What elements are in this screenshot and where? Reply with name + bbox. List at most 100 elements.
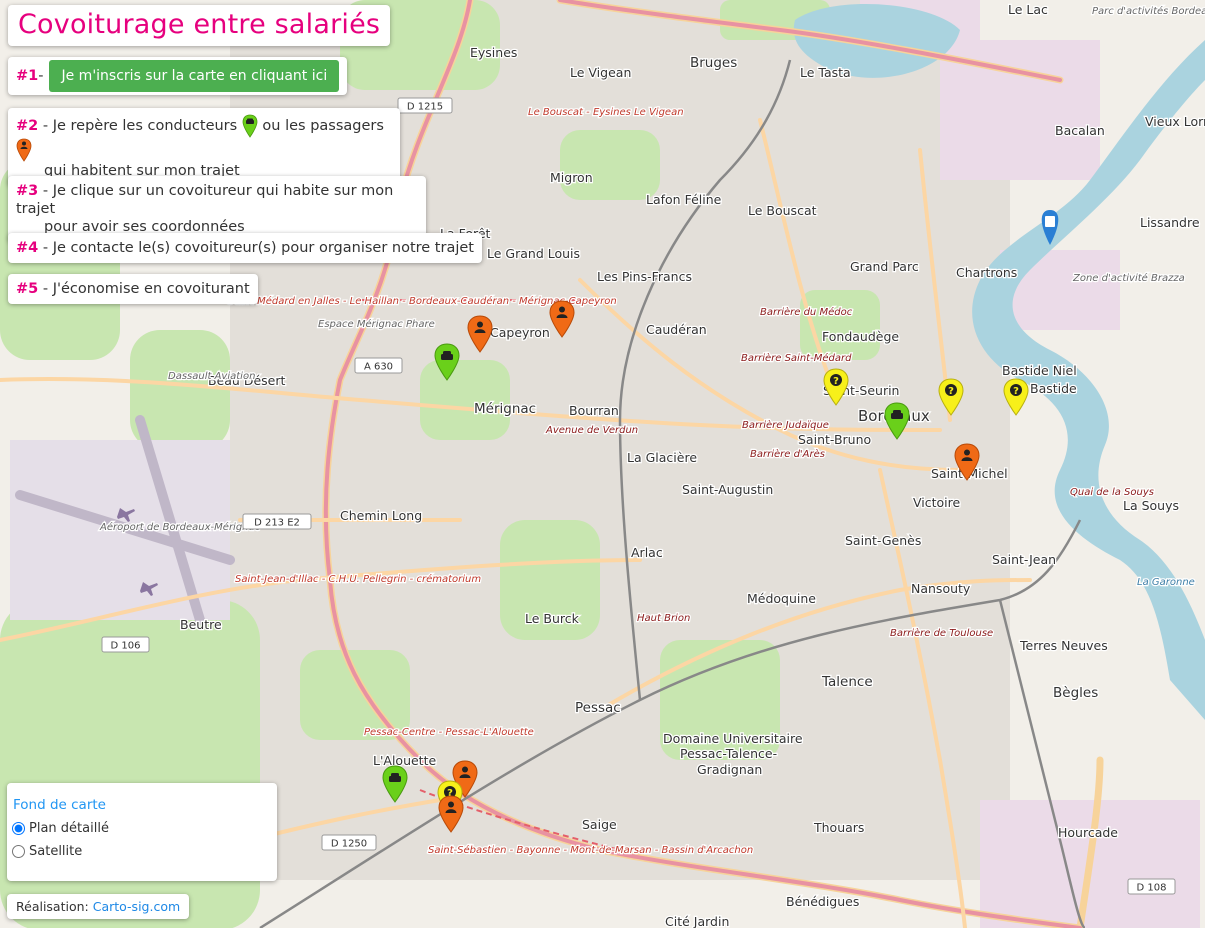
map-label: Barrière du Médoc [760, 306, 853, 318]
map-label: Avenue de Verdun [545, 425, 638, 436]
map-label: Nansouty [911, 581, 971, 596]
credit-label: Réalisation: [16, 899, 89, 914]
page-title: Covoiturage entre salariés [18, 9, 381, 40]
map-label: Migron [550, 170, 593, 185]
map-label: Gradignan [697, 762, 762, 777]
map-label: Parc d'activités Bordeaux Grand Stade [1092, 5, 1205, 17]
map-label: Saige [582, 817, 617, 832]
map-label: Pessac-Talence- [680, 746, 777, 761]
map-label: Pessac [575, 700, 621, 716]
map-label: Saint-Bruno [798, 432, 871, 447]
step-5-text: J'économise en covoiturant [52, 281, 250, 297]
step-2-text-passengers: ou les passagers [262, 118, 384, 134]
map-label: Thouars [813, 820, 864, 835]
driver-marker[interactable] [382, 765, 408, 803]
map-label: Lissandre [1140, 215, 1200, 230]
map-label: Quai de la Souys [1070, 487, 1154, 498]
title-panel: Covoiturage entre salariés [8, 5, 391, 46]
basemap-radio-satellite[interactable] [12, 845, 25, 858]
map-label: Pessac-Centre - Pessac-L'Alouette [364, 727, 534, 738]
map-label: Chartrons [956, 265, 1017, 280]
map-label: Cité Jardin [665, 914, 729, 928]
step-3-separator: - [38, 183, 53, 199]
map-label: Haut Brion [637, 613, 690, 624]
step-4: #4 - Je contacte le(s) covoitureur(s) po… [8, 233, 482, 263]
map-label: Hourcade [1058, 825, 1118, 840]
basemap-title: Fond de carte [13, 797, 106, 813]
map-label: Capeyron [490, 325, 550, 340]
map-label: Le Bouscat - Eysines Le Vigean [528, 107, 684, 118]
signup-button[interactable]: Je m'inscris sur la carte en cliquant ic… [49, 60, 340, 92]
map-label: Saint-Jean [992, 552, 1056, 567]
step-5-number: #5 [16, 281, 39, 297]
road-shield-label: A 630 [364, 362, 393, 373]
map-label: Lafon Féline [646, 192, 722, 207]
map-label: Bourran [569, 403, 619, 418]
driver-marker[interactable] [884, 402, 910, 440]
map-label: Le Burck [525, 611, 580, 626]
map-label: La Souys [1123, 498, 1179, 513]
map-label: Fondaudège [822, 329, 899, 344]
map-label: Bacalan [1055, 123, 1105, 138]
road-shield-label: D 108 [1137, 883, 1167, 894]
basemap-label-satellite: Satellite [29, 844, 83, 859]
step-2-number: #2 [16, 118, 39, 134]
step-1-number: #1 [16, 68, 39, 84]
map-label: Barrière de Toulouse [890, 627, 993, 639]
map-label: Le Lac [1008, 2, 1048, 17]
passenger-marker[interactable] [467, 315, 493, 353]
credit-box: Réalisation: Carto-sig.com [7, 894, 190, 919]
unknown-marker[interactable]: ? [938, 378, 964, 416]
step-4-number: #4 [16, 240, 39, 256]
map-label: Zone d'activité Brazza [1072, 272, 1185, 284]
step-4-text: Je contacte le(s) covoitureur(s) pour or… [52, 240, 474, 256]
basemap-label-plan: Plan détaillé [29, 821, 109, 836]
road-shield-label: D 1250 [331, 839, 367, 850]
svg-text:?: ? [948, 386, 954, 397]
passenger-pin-icon [16, 138, 32, 162]
svg-text:?: ? [1013, 386, 1019, 397]
map-label: Le Bouscat [748, 203, 817, 218]
map-label: Arlac [631, 545, 663, 560]
map-label: La Glacière [627, 450, 697, 465]
map-label: Barrière Judaïque [742, 419, 829, 431]
svg-text:?: ? [833, 376, 839, 387]
step-2: #2 - Je repère les conducteurs ou les pa… [8, 108, 400, 186]
credit-link[interactable]: Carto-sig.com [93, 899, 180, 914]
map-label: Bastide [1030, 381, 1077, 396]
map-label: Beutre [180, 617, 222, 632]
map-label: Saint-Augustin [682, 482, 773, 497]
map-label: Le Vigean [570, 65, 631, 80]
map-label: Espace Mérignac Phare [318, 318, 435, 330]
map-label: Saint-Genès [845, 533, 921, 548]
map-label: Le Tasta [800, 65, 851, 80]
map-label: Le Grand Louis [487, 246, 580, 261]
passenger-marker[interactable] [438, 795, 464, 833]
basemap-radio-plan[interactable] [12, 822, 25, 835]
step-2-separator: - [38, 118, 53, 134]
map-label: Bruges [690, 55, 737, 71]
step-1-separator: - [38, 68, 44, 84]
driver-pin-icon [242, 114, 258, 138]
map-label: Mérignac [474, 401, 536, 417]
map-label: La Garonne [1137, 577, 1195, 588]
unknown-marker[interactable]: ? [1003, 378, 1029, 416]
basemap-option-plan[interactable]: Plan détaillé [12, 821, 277, 836]
unknown-marker[interactable]: ? [823, 368, 849, 406]
map-label: Caudéran [646, 322, 707, 337]
map-label: Grand Parc [850, 259, 919, 274]
basemap-control: Fond de carte Plan détaillé Satellite [7, 783, 277, 881]
step-4-separator: - [38, 240, 53, 256]
driver-marker[interactable] [434, 343, 460, 381]
map-label: Bastide Niel [1002, 363, 1077, 378]
road-shield-label: D 1215 [407, 102, 443, 113]
step-3-text: Je clique sur un covoitureur qui habite … [16, 183, 394, 217]
map-label: Saint-Jean-d'Illac - C.H.U. Pellegrin - … [235, 573, 481, 585]
step-3-number: #3 [16, 183, 39, 199]
road-shield-label: D 213 E2 [254, 518, 300, 529]
map-label: Chemin Long [340, 508, 422, 523]
basemap-option-satellite[interactable]: Satellite [12, 844, 277, 859]
map-label: Vieux Lormont [1145, 114, 1205, 129]
passenger-marker[interactable] [549, 300, 575, 338]
passenger-marker[interactable] [954, 443, 980, 481]
